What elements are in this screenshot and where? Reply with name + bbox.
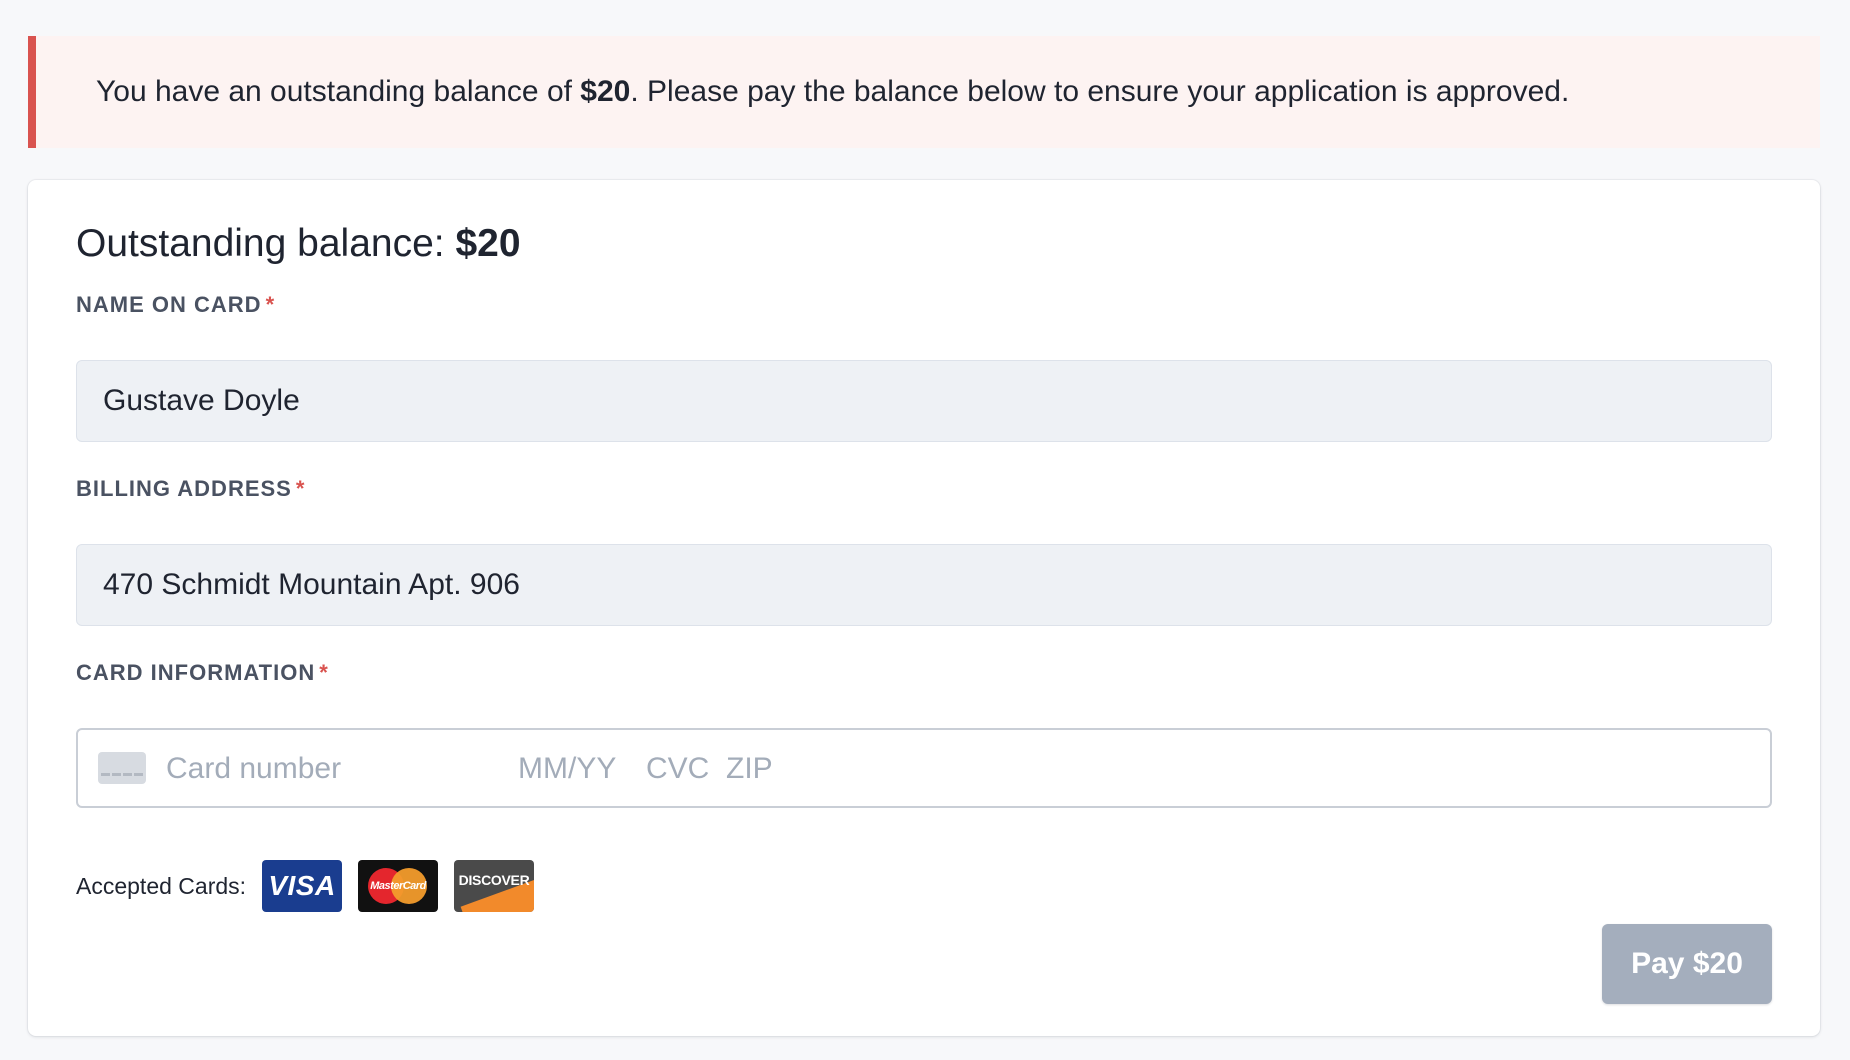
visa-logo-icon: VISA [262, 860, 343, 912]
visa-logo-text: VISA [268, 870, 336, 901]
required-asterisk: * [319, 660, 329, 685]
alert-amount: $20 [580, 75, 631, 108]
card-information-input[interactable]: Card number MM/YY CVC ZIP [76, 728, 1772, 808]
expiry-date-field[interactable]: MM/YY [518, 752, 616, 786]
name-on-card-input[interactable]: Gustave Doyle [76, 360, 1772, 442]
mastercard-logo-icon: MasterCard [358, 860, 439, 912]
zip-field[interactable]: ZIP [726, 752, 773, 786]
balance-amount: $20 [455, 222, 521, 265]
name-on-card-label: NAME ON CARD * [76, 292, 275, 318]
accepted-cards-label: Accepted Cards: [76, 872, 247, 899]
card-information-label: CARD INFORMATION * [76, 660, 329, 686]
discover-logo-text: DISCOVER [458, 872, 530, 888]
mastercard-logo-text: MasterCard [370, 880, 426, 892]
required-asterisk: * [265, 292, 276, 317]
required-asterisk: * [295, 476, 306, 501]
alert-message: You have an outstanding balance of $20. … [96, 75, 1569, 109]
balance-label: Outstanding balance: [76, 222, 456, 265]
card-number-field[interactable]: Card number [166, 752, 341, 786]
billing-address-label-text: BILLING ADDRESS [76, 476, 292, 501]
accepted-cards: Accepted Cards: VISA MasterCard DISCOVER [76, 860, 550, 912]
cvc-field[interactable]: CVC [646, 752, 709, 786]
billing-address-value: 470 Schmidt Mountain Apt. 906 [103, 568, 520, 601]
billing-address-input[interactable]: 470 Schmidt Mountain Apt. 906 [76, 544, 1772, 626]
pay-button[interactable]: Pay $20 [1602, 924, 1772, 1004]
credit-card-icon [98, 752, 146, 784]
name-on-card-label-text: NAME ON CARD [76, 292, 262, 317]
billing-address-label: BILLING ADDRESS * [76, 476, 305, 502]
discover-logo-icon: DISCOVER [454, 860, 535, 912]
name-on-card-value: Gustave Doyle [103, 384, 300, 417]
card-information-label-text: CARD INFORMATION [76, 660, 316, 685]
alert-text-prefix: You have an outstanding balance of [96, 75, 581, 108]
balance-heading: Outstanding balance: $20 [76, 222, 521, 266]
alert-text-suffix: . Please pay the balance below to ensure… [630, 75, 1570, 108]
payment-form-card: Outstanding balance: $20 NAME ON CARD * G… [28, 180, 1820, 1036]
outstanding-balance-alert: You have an outstanding balance of $20. … [28, 36, 1820, 148]
